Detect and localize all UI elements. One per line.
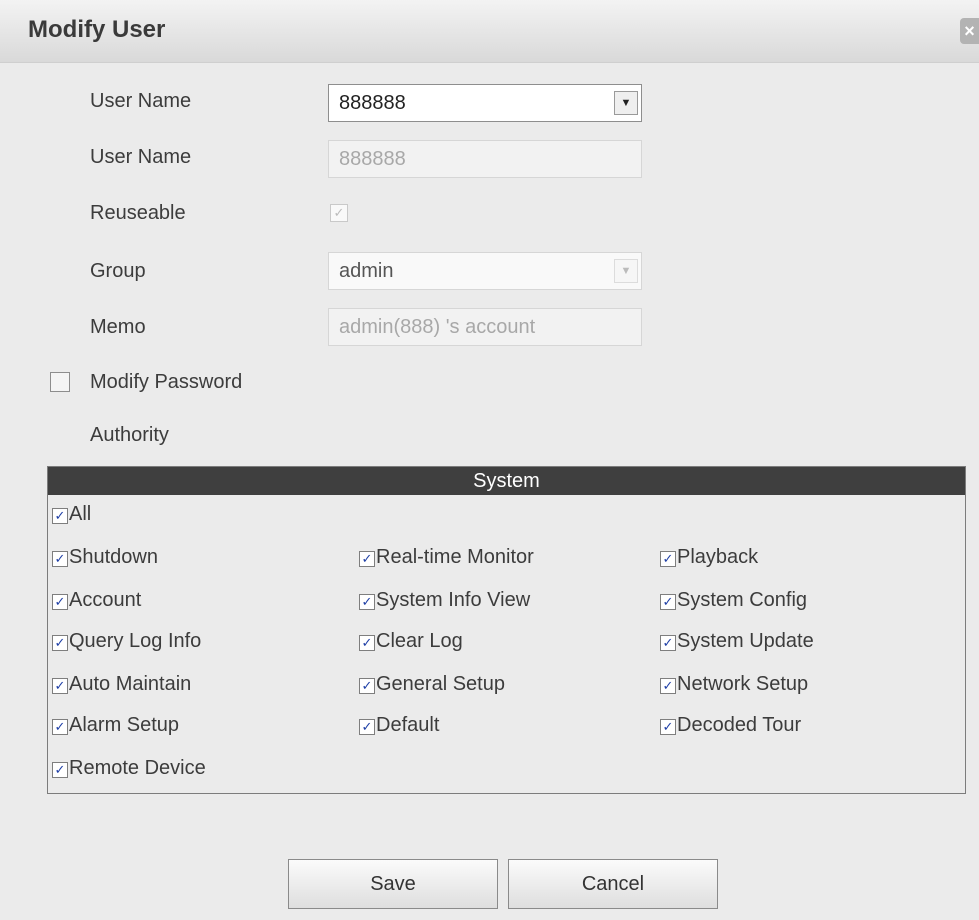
- permission-all[interactable]: ✓ All: [52, 501, 91, 527]
- permission-shutdown[interactable]: ✓ Shutdown: [52, 544, 158, 570]
- checkbox-checked[interactable]: ✓: [359, 635, 375, 651]
- permission-label: All: [69, 503, 92, 525]
- checkbox-checked[interactable]: ✓: [359, 594, 375, 610]
- checkbox-checked[interactable]: ✓: [52, 719, 68, 735]
- permission-label: Network Setup: [677, 673, 809, 695]
- checkbox-checked[interactable]: ✓: [660, 719, 676, 735]
- checkbox-checked[interactable]: ✓: [660, 635, 676, 651]
- checkbox-checked[interactable]: ✓: [359, 551, 375, 567]
- permission-label: Clear Log: [376, 630, 463, 652]
- dialog-title: Modify User: [28, 16, 166, 43]
- permission-label: System Info View: [376, 589, 531, 611]
- permission-general-setup[interactable]: ✓ General Setup: [359, 671, 505, 697]
- dialog-titlebar: Modify User ×: [0, 0, 979, 63]
- permission-label: Real-time Monitor: [376, 546, 534, 568]
- checkbox-checked[interactable]: ✓: [660, 678, 676, 694]
- permission-label: Decoded Tour: [677, 714, 802, 736]
- permission-real-time-monitor[interactable]: ✓ Real-time Monitor: [359, 544, 534, 570]
- permission-system-info-view[interactable]: ✓ System Info View: [359, 587, 530, 613]
- permission-alarm-setup[interactable]: ✓ Alarm Setup: [52, 712, 179, 738]
- permission-clear-log[interactable]: ✓ Clear Log: [359, 628, 463, 654]
- user-select-label: User Name: [90, 90, 192, 112]
- permission-label: Shutdown: [69, 546, 158, 568]
- permission-default[interactable]: ✓ Default: [359, 712, 439, 738]
- user-name-field: 888888: [328, 140, 642, 178]
- permission-label: General Setup: [376, 673, 505, 695]
- permission-label: Playback: [677, 546, 759, 568]
- user-select[interactable]: 888888 ▼: [328, 84, 642, 122]
- permission-label: Default: [376, 714, 440, 736]
- checkbox-checked[interactable]: ✓: [359, 719, 375, 735]
- checkbox-checked[interactable]: ✓: [52, 594, 68, 610]
- reuseable-label: Reuseable: [90, 202, 186, 224]
- checkbox-checked[interactable]: ✓: [52, 678, 68, 694]
- permission-system-config[interactable]: ✓ System Config: [660, 587, 807, 613]
- modify-password-label: Modify Password: [90, 371, 243, 393]
- permission-label: Alarm Setup: [69, 714, 180, 736]
- permission-account[interactable]: ✓ Account: [52, 587, 141, 613]
- authority-section-title: System: [48, 467, 965, 495]
- permission-label: Remote Device: [69, 757, 206, 779]
- checkbox-checked[interactable]: ✓: [660, 551, 676, 567]
- close-icon[interactable]: ×: [960, 18, 979, 44]
- permission-playback[interactable]: ✓ Playback: [660, 544, 758, 570]
- checkbox-checked[interactable]: ✓: [359, 678, 375, 694]
- authority-label: Authority: [90, 424, 169, 446]
- permission-label: Query Log Info: [69, 630, 202, 652]
- save-button[interactable]: Save: [288, 859, 498, 909]
- group-select: admin ▼: [328, 252, 642, 290]
- authority-panel: System ✓ All ✓ Shutdown ✓ Real-time Monitor…: [47, 466, 966, 794]
- permission-label: Account: [69, 589, 142, 611]
- checkbox-checked[interactable]: ✓: [660, 594, 676, 610]
- permission-query-log-info[interactable]: ✓ Query Log Info: [52, 628, 201, 654]
- user-select-value: 888888: [339, 92, 406, 114]
- group-label: Group: [90, 260, 146, 282]
- cancel-button[interactable]: Cancel: [508, 859, 718, 909]
- user-name-label: User Name: [90, 146, 192, 168]
- memo-value: admin(888) 's account: [339, 316, 536, 338]
- checkbox-checked[interactable]: ✓: [52, 551, 68, 567]
- checkbox-checked[interactable]: ✓: [52, 508, 68, 524]
- permission-label: System Update: [677, 630, 814, 652]
- permission-decoded-tour[interactable]: ✓ Decoded Tour: [660, 712, 801, 738]
- permission-label: System Config: [677, 589, 808, 611]
- checkbox-checked[interactable]: ✓: [52, 762, 68, 778]
- permission-auto-maintain[interactable]: ✓ Auto Maintain: [52, 671, 191, 697]
- user-name-value: 888888: [339, 148, 406, 170]
- modify-password-checkbox[interactable]: [50, 372, 70, 392]
- chevron-down-icon: ▼: [614, 259, 638, 283]
- chevron-down-icon[interactable]: ▼: [614, 91, 638, 115]
- permission-network-setup[interactable]: ✓ Network Setup: [660, 671, 808, 697]
- permission-label: Auto Maintain: [69, 673, 192, 695]
- permission-system-update[interactable]: ✓ System Update: [660, 628, 814, 654]
- reuseable-checkbox: ✓: [330, 204, 348, 222]
- memo-field: admin(888) 's account: [328, 308, 642, 346]
- group-select-value: admin: [339, 260, 394, 282]
- checkbox-checked[interactable]: ✓: [52, 635, 68, 651]
- permission-remote-device[interactable]: ✓ Remote Device: [52, 755, 206, 781]
- memo-label: Memo: [90, 316, 146, 338]
